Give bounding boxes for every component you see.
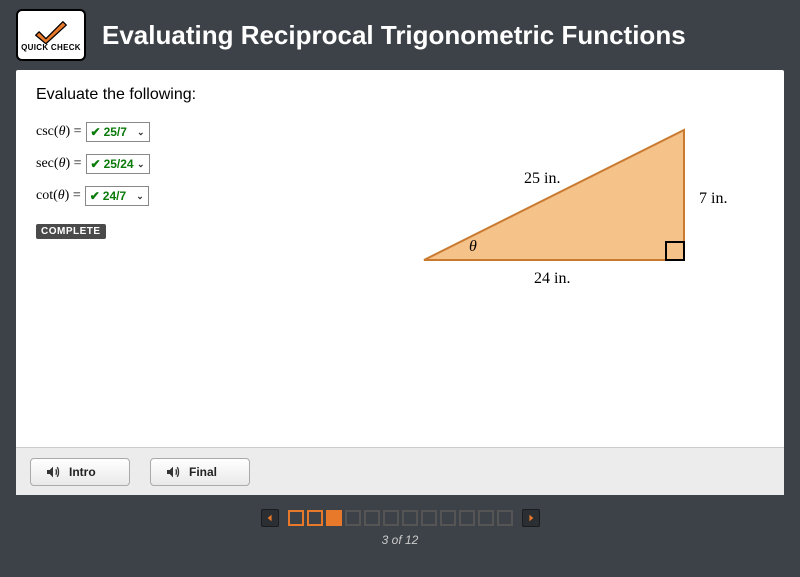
pager-box-12[interactable] xyxy=(497,510,513,526)
pager-box-9[interactable] xyxy=(440,510,456,526)
pager-box-2[interactable] xyxy=(307,510,323,526)
check-icon: ✔ xyxy=(91,157,101,171)
answer-dropdown-sec[interactable]: ✔ 25/24 ⌄ xyxy=(86,154,150,174)
content-area: Evaluate the following: csc(θ) = ✔ 25/7 … xyxy=(16,70,784,495)
pager-box-11[interactable] xyxy=(478,510,494,526)
footer: 3 of 12 xyxy=(0,495,800,561)
pager-box-8[interactable] xyxy=(421,510,437,526)
arrow-left-icon xyxy=(266,514,274,522)
pager-box-4[interactable] xyxy=(345,510,361,526)
pager-box-10[interactable] xyxy=(459,510,475,526)
pager-box-6[interactable] xyxy=(383,510,399,526)
audio-bar: Intro Final xyxy=(16,447,784,495)
pager-box-3[interactable] xyxy=(326,510,342,526)
answer-label: sec(θ) = xyxy=(36,156,82,172)
complete-badge: COMPLETE xyxy=(36,224,106,239)
final-audio-button[interactable]: Final xyxy=(150,458,250,486)
check-icon: ✔ xyxy=(90,189,100,203)
speaker-icon xyxy=(45,464,61,480)
page-counter: 3 of 12 xyxy=(382,533,419,547)
answer-label: cot(θ) = xyxy=(36,188,81,204)
angle-label: θ xyxy=(469,238,477,256)
pager xyxy=(255,509,546,527)
intro-audio-button[interactable]: Intro xyxy=(30,458,130,486)
triangle-figure: 25 in. 7 in. 24 in. θ xyxy=(404,100,734,300)
checkmark-icon xyxy=(34,18,68,44)
header: QUICK CHECK Evaluating Reciprocal Trigon… xyxy=(0,0,800,70)
chevron-down-icon: ⌄ xyxy=(136,191,144,202)
arrow-right-icon xyxy=(527,514,535,522)
quick-check-logo: QUICK CHECK xyxy=(16,9,86,61)
answer-label: csc(θ) = xyxy=(36,124,82,140)
hypotenuse-label: 25 in. xyxy=(524,170,560,188)
logo-text: QUICK CHECK xyxy=(21,43,81,52)
opposite-label: 7 in. xyxy=(699,190,727,208)
speaker-icon xyxy=(165,464,181,480)
pager-box-1[interactable] xyxy=(288,510,304,526)
pager-box-5[interactable] xyxy=(364,510,380,526)
prev-page-button[interactable] xyxy=(261,509,279,527)
pager-box-7[interactable] xyxy=(402,510,418,526)
chevron-down-icon: ⌄ xyxy=(137,127,145,138)
check-icon: ✔ xyxy=(91,125,101,139)
answer-dropdown-csc[interactable]: ✔ 25/7 ⌄ xyxy=(86,122,150,142)
answer-dropdown-cot[interactable]: ✔ 24/7 ⌄ xyxy=(85,186,149,206)
chevron-down-icon: ⌄ xyxy=(137,159,145,170)
adjacent-label: 24 in. xyxy=(534,270,570,288)
next-page-button[interactable] xyxy=(522,509,540,527)
page-title: Evaluating Reciprocal Trigonometric Func… xyxy=(102,20,686,51)
